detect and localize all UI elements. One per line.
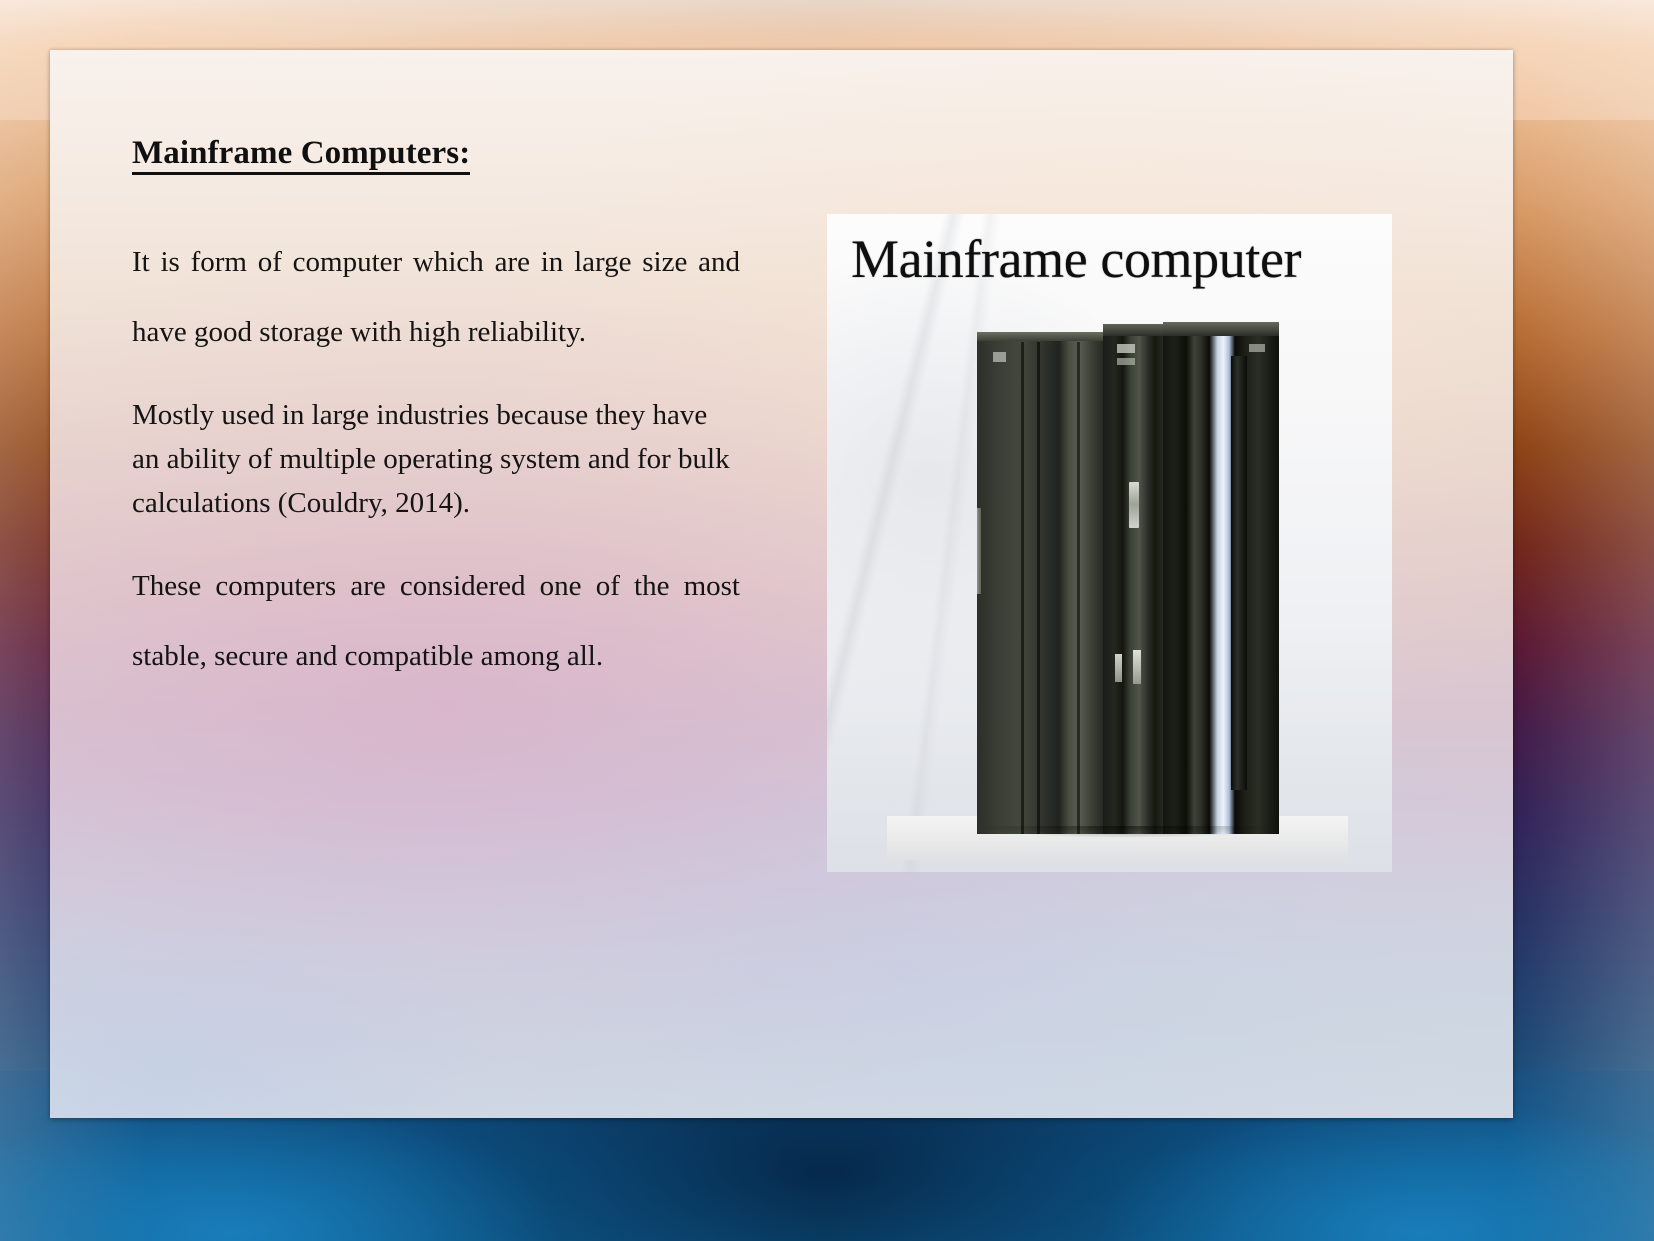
cabinet-door-seam <box>1077 342 1080 834</box>
text-column: Mainframe Computers: It is form of compu… <box>132 136 740 691</box>
slide-heading: Mainframe Computers: <box>132 136 471 175</box>
slide-canvas: Mainframe Computers: It is form of compu… <box>50 50 1513 1118</box>
picture-caption-title: Mainframe computer <box>851 229 1302 289</box>
mainframe-rack-group <box>977 322 1279 842</box>
cabinet-inner-slot <box>1231 356 1247 790</box>
cabinet-label-lower <box>1117 358 1135 365</box>
cabinet-latch-left <box>1115 654 1122 682</box>
cabinet-badge <box>1249 344 1265 352</box>
cabinet-top-cap <box>1103 324 1165 336</box>
mainframe-cabinet-middle <box>1103 324 1165 834</box>
slide-frame: Mainframe Computers: It is form of compu… <box>0 0 1654 1241</box>
cabinet-hinge <box>977 508 981 594</box>
rack-ground-shadow <box>983 826 1271 842</box>
cabinet-door-seam <box>1037 342 1040 834</box>
cabinet-latch-right <box>1133 650 1141 684</box>
body-paragraph-2: Mostly used in large industries because … <box>132 398 730 519</box>
cabinet-door-seam <box>1021 342 1024 834</box>
body-paragraph-3: These computers are considered one of th… <box>132 569 740 672</box>
mainframe-cabinet-right <box>1163 322 1279 834</box>
cabinet-door-handle <box>1129 482 1139 528</box>
body-paragraph-1: It is form of computer which are in larg… <box>132 245 740 348</box>
cabinet-badge <box>993 352 1006 362</box>
mainframe-cabinet-left <box>977 332 1105 834</box>
cabinet-label-upper <box>1117 344 1135 353</box>
cabinet-top-cap <box>1163 322 1279 336</box>
mainframe-computer-picture: Mainframe computer <box>827 214 1392 872</box>
cabinet-top-cap <box>977 332 1105 341</box>
